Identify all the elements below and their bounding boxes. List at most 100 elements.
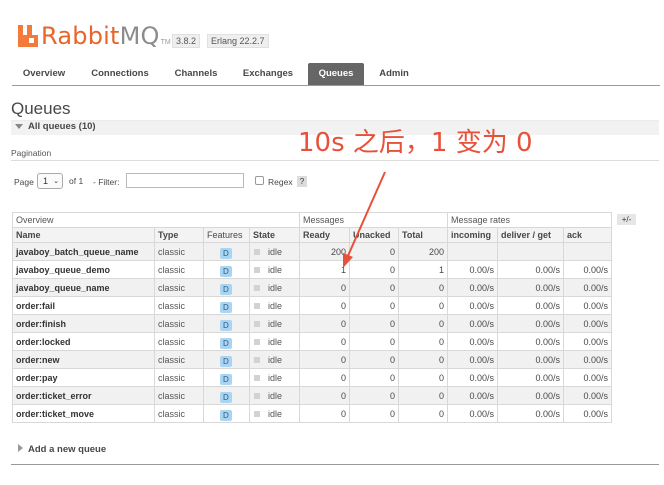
erlang-version-badge: Erlang 22.2.7 [207, 34, 269, 48]
state-indicator-icon [254, 266, 260, 273]
filter-input[interactable] [126, 173, 244, 188]
incoming-rate: 0.00/s [447, 278, 498, 297]
collapse-arrow-icon[interactable] [15, 124, 23, 129]
col-name[interactable]: Name [12, 227, 155, 243]
queue-name-link[interactable]: javaboy_batch_queue_name [12, 242, 155, 261]
all-queues-heading[interactable]: All queues (10) [28, 121, 96, 132]
total-count: 0 [398, 332, 448, 351]
ack-rate: 0.00/s [563, 368, 612, 387]
footer-divider [11, 464, 659, 465]
unacked-count: 0 [349, 368, 399, 387]
unacked-count: 0 [349, 314, 399, 333]
table-row[interactable]: order:ticket_move classic D idle 0 0 0 0… [12, 404, 612, 423]
queue-name-link[interactable]: order:ticket_move [12, 404, 155, 423]
page-count-label: of 1 [69, 176, 84, 186]
queue-name-link[interactable]: order:locked [12, 332, 155, 351]
deliver-get-rate [497, 242, 564, 261]
queue-type: classic [154, 386, 204, 405]
add-new-queue-toggle[interactable]: Add a new queue [28, 444, 106, 455]
queue-name-link[interactable]: javaboy_queue_demo [12, 260, 155, 279]
logo-trademark: TM [160, 39, 171, 46]
table-row[interactable]: order:finish classic D idle 0 0 0 0.00/s… [12, 314, 612, 333]
logo-rabbit-text: Rabbit [41, 22, 120, 50]
tab-admin[interactable]: Admin [372, 63, 416, 85]
col-state[interactable]: State [249, 227, 300, 243]
total-count: 0 [398, 278, 448, 297]
incoming-rate: 0.00/s [447, 350, 498, 369]
total-count: 0 [398, 350, 448, 369]
durable-badge: D [220, 319, 232, 331]
ack-rate: 0.00/s [563, 278, 612, 297]
col-type[interactable]: Type [154, 227, 204, 243]
table-row[interactable]: order:pay classic D idle 0 0 0 0.00/s 0.… [12, 368, 612, 387]
ready-count: 1 [299, 260, 350, 279]
queue-state: idle [268, 336, 283, 347]
annotation-text: 10s 之后，1 变为 0 [298, 128, 533, 158]
total-count: 0 [398, 368, 448, 387]
regex-checkbox[interactable] [255, 176, 264, 185]
queue-type: classic [154, 404, 204, 423]
queue-name-link[interactable]: javaboy_queue_name [12, 278, 155, 297]
ready-count: 0 [299, 386, 350, 405]
deliver-get-rate: 0.00/s [497, 404, 564, 423]
ready-count: 200 [299, 242, 350, 261]
table-row[interactable]: javaboy_queue_demo classic D idle 1 0 1 … [12, 260, 612, 279]
col-deliver-get[interactable]: deliver / get [497, 227, 564, 243]
deliver-get-rate: 0.00/s [497, 386, 564, 405]
state-indicator-icon [254, 320, 260, 327]
col-total[interactable]: Total [398, 227, 448, 243]
ready-count: 0 [299, 296, 350, 315]
col-incoming[interactable]: incoming [447, 227, 498, 243]
incoming-rate: 0.00/s [447, 314, 498, 333]
queue-name-link[interactable]: order:ticket_error [12, 386, 155, 405]
unacked-count: 0 [349, 278, 399, 297]
ready-count: 0 [299, 368, 350, 387]
tab-channels[interactable]: Channels [167, 63, 225, 85]
unacked-count: 0 [349, 242, 399, 261]
regex-help-button[interactable]: ? [297, 176, 307, 187]
queue-name-link[interactable]: order:pay [12, 368, 155, 387]
queue-state: idle [268, 372, 283, 383]
deliver-get-rate: 0.00/s [497, 368, 564, 387]
message-rates-group-header: Message rates [447, 212, 612, 228]
incoming-rate: 0.00/s [447, 386, 498, 405]
tab-exchanges[interactable]: Exchanges [236, 63, 300, 85]
table-row[interactable]: javaboy_queue_name classic D idle 0 0 0 … [12, 278, 612, 297]
queue-state: idle [268, 282, 283, 293]
table-row[interactable]: order:new classic D idle 0 0 0 0.00/s 0.… [12, 350, 612, 369]
total-count: 0 [398, 404, 448, 423]
page-select[interactable]: 1 ⌄ [37, 173, 63, 189]
ready-count: 0 [299, 350, 350, 369]
col-ready[interactable]: Ready [299, 227, 350, 243]
total-count: 0 [398, 296, 448, 315]
durable-badge: D [220, 391, 232, 403]
queue-name-link[interactable]: order:finish [12, 314, 155, 333]
durable-badge: D [220, 283, 232, 295]
incoming-rate: 0.00/s [447, 332, 498, 351]
table-row[interactable]: order:locked classic D idle 0 0 0 0.00/s… [12, 332, 612, 351]
state-indicator-icon [254, 392, 260, 399]
table-row[interactable]: order:fail classic D idle 0 0 0 0.00/s 0… [12, 296, 612, 315]
col-unacked[interactable]: Unacked [349, 227, 399, 243]
incoming-rate: 0.00/s [447, 296, 498, 315]
messages-group-header: Messages [299, 212, 448, 228]
total-count: 200 [398, 242, 448, 261]
col-features: Features [203, 227, 250, 243]
column-toggle-button[interactable]: +/- [617, 214, 636, 225]
tab-queues[interactable]: Queues [308, 63, 364, 85]
col-ack[interactable]: ack [563, 227, 612, 243]
tab-connections[interactable]: Connections [84, 63, 156, 85]
queue-name-link[interactable]: order:fail [12, 296, 155, 315]
queue-name-link[interactable]: order:new [12, 350, 155, 369]
queues-table: Overview Messages Message rates Name Typ… [12, 212, 612, 423]
table-row[interactable]: javaboy_batch_queue_name classic D idle … [12, 242, 612, 261]
expand-arrow-icon[interactable] [18, 444, 23, 452]
rabbitmq-logo: RabbitMQ TM [18, 22, 171, 50]
queue-type: classic [154, 368, 204, 387]
tab-overview[interactable]: Overview [12, 63, 76, 85]
table-row[interactable]: order:ticket_error classic D idle 0 0 0 … [12, 386, 612, 405]
queue-type: classic [154, 242, 204, 261]
unacked-count: 0 [349, 332, 399, 351]
state-indicator-icon [254, 248, 260, 255]
ready-count: 0 [299, 278, 350, 297]
